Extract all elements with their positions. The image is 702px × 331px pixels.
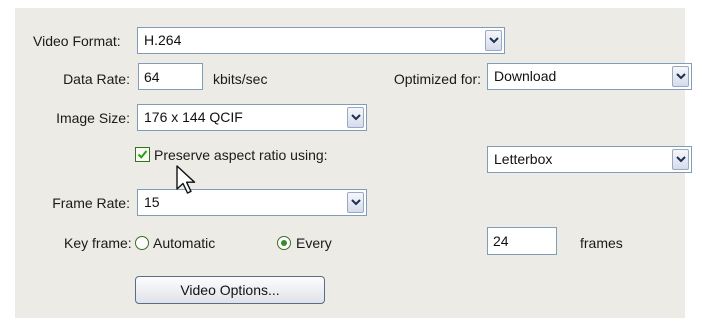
mouse-cursor-icon	[176, 165, 196, 194]
key-frame-unit: frames	[580, 235, 623, 251]
preserve-aspect-label: Preserve aspect ratio using:	[154, 147, 328, 163]
video-format-dropdown[interactable]: H.264	[137, 27, 505, 54]
video-options-button[interactable]: Video Options...	[135, 276, 325, 304]
image-size-dropdown[interactable]: 176 x 144 QCIF	[137, 104, 367, 131]
chevron-down-icon[interactable]	[672, 149, 689, 170]
optimized-for-dropdown[interactable]: Download	[487, 63, 692, 90]
preserve-aspect-checkbox[interactable]	[135, 147, 150, 162]
radio-selected-dot	[281, 240, 287, 246]
chevron-down-icon[interactable]	[485, 30, 502, 51]
aspect-method-value: Letterbox	[494, 151, 553, 167]
data-rate-input[interactable]	[138, 63, 203, 90]
aspect-method-dropdown[interactable]: Letterbox	[487, 146, 692, 173]
key-frame-interval-input[interactable]	[487, 227, 557, 255]
key-frame-every-radio[interactable]	[277, 236, 291, 250]
video-format-value: H.264	[144, 32, 182, 48]
frame-rate-label: Frame Rate:	[52, 195, 130, 211]
video-format-label: Video Format:	[33, 33, 121, 49]
data-rate-label: Data Rate:	[63, 71, 130, 87]
data-rate-unit: kbits/sec	[213, 71, 268, 87]
key-frame-automatic-label: Automatic	[153, 235, 216, 251]
frame-rate-dropdown[interactable]: 15	[137, 189, 367, 216]
key-frame-automatic-radio[interactable]	[135, 236, 149, 250]
key-frame-every-label: Every	[296, 235, 332, 251]
chevron-down-icon[interactable]	[347, 107, 364, 128]
image-size-value: 176 x 144 QCIF	[144, 109, 243, 125]
key-frame-label: Key frame:	[64, 235, 132, 251]
frame-rate-value: 15	[144, 194, 160, 210]
optimized-for-value: Download	[494, 68, 557, 84]
image-size-label: Image Size:	[56, 110, 130, 126]
chevron-down-icon[interactable]	[347, 192, 364, 213]
chevron-down-icon[interactable]	[672, 66, 689, 87]
optimized-for-label: Optimized for:	[393, 71, 481, 87]
checkmark-icon	[137, 150, 148, 159]
